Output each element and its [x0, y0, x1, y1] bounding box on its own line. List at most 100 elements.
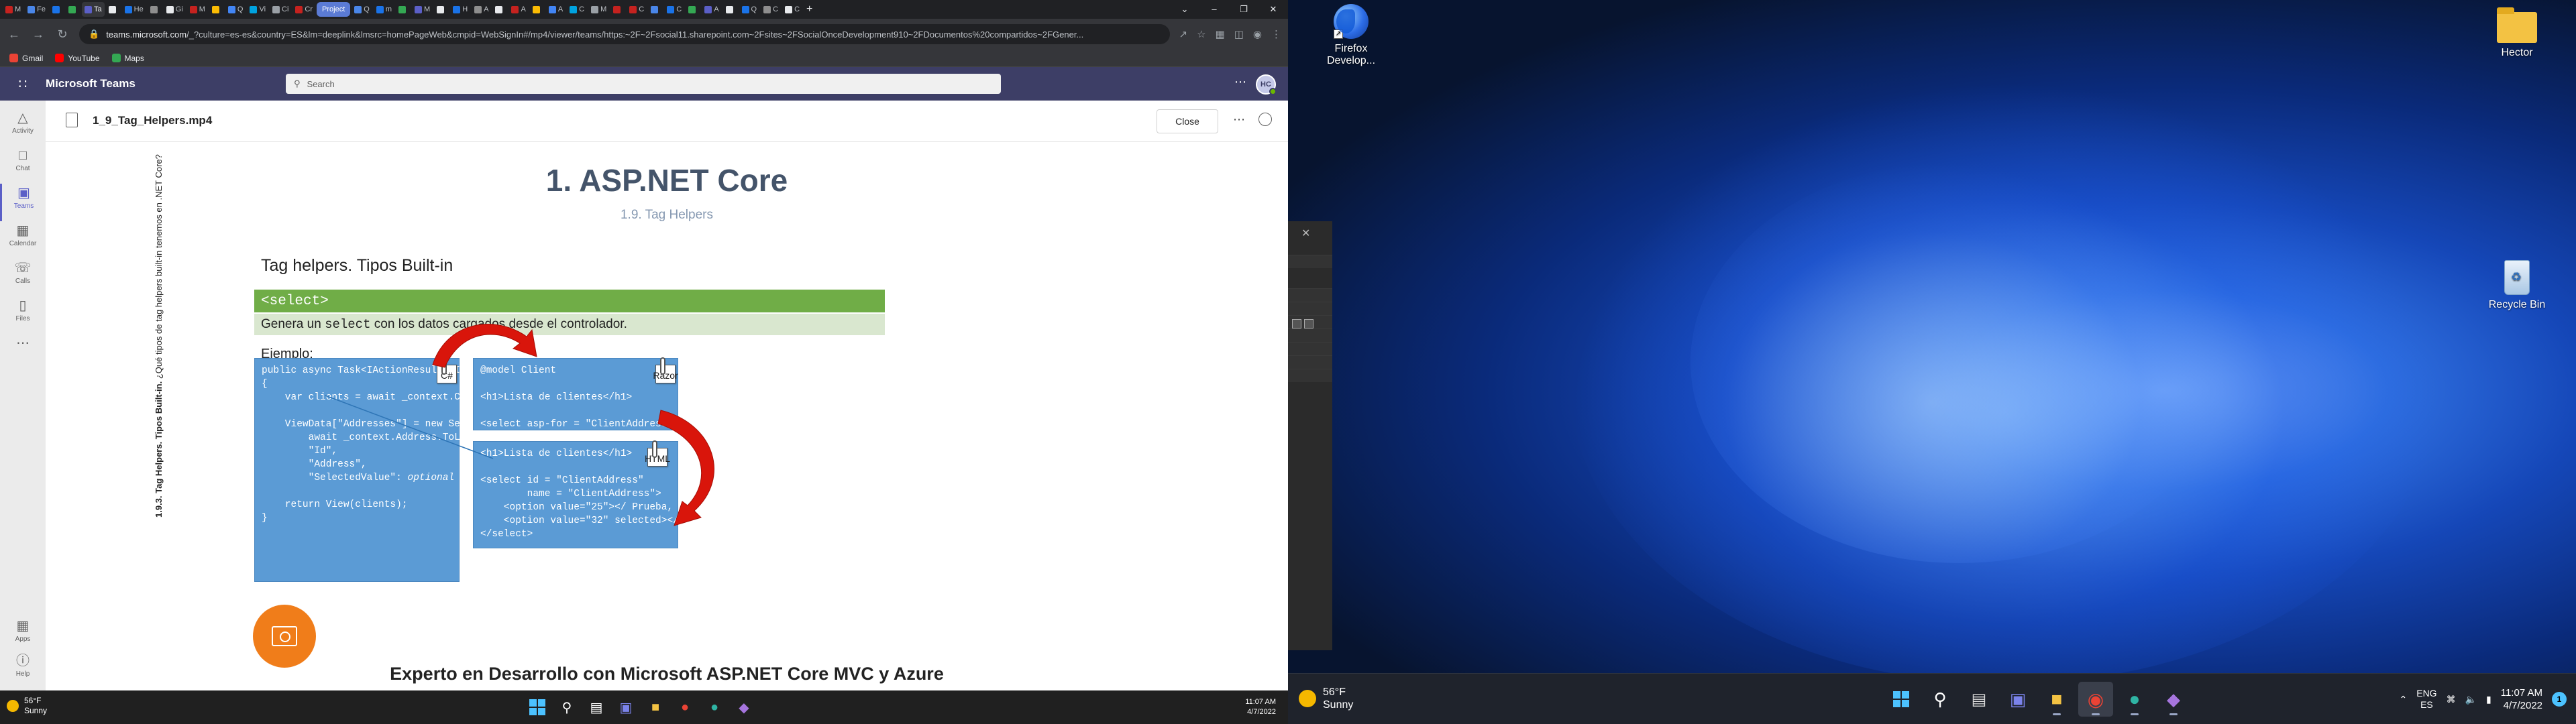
browser-tab[interactable]: [648, 2, 663, 17]
browser-tab[interactable]: A: [546, 2, 566, 17]
browser-tab[interactable]: [50, 2, 64, 17]
bookmark-maps[interactable]: Maps: [111, 54, 144, 63]
browser-tab[interactable]: [66, 2, 80, 17]
layout-toggle-icon[interactable]: [1292, 319, 1301, 328]
close-icon[interactable]: ✕: [1301, 227, 1310, 240]
layout-toggle-icon[interactable]: [1304, 319, 1313, 328]
browser-tab[interactable]: M: [412, 2, 433, 17]
browser-tab[interactable]: [610, 2, 625, 17]
browser-tab[interactable]: C: [664, 2, 684, 17]
browser-tab[interactable]: M: [187, 2, 208, 17]
browser-tab[interactable]: Q: [739, 2, 760, 17]
browser-tab[interactable]: Q: [225, 2, 246, 17]
search-input[interactable]: ⚲ Search: [286, 74, 1001, 94]
browser-tab[interactable]: M: [588, 2, 609, 17]
rail-item-help[interactable]: ⓘ Help: [0, 652, 46, 689]
task-view-icon[interactable]: ▤: [586, 696, 606, 719]
browser-tab[interactable]: Ci: [270, 2, 291, 17]
browser-tab[interactable]: [434, 2, 449, 17]
profile-icon[interactable]: ◉: [1253, 28, 1262, 40]
url-field[interactable]: 🔒 teams.microsoft.com/_?culture=es-es&co…: [79, 24, 1170, 44]
clock[interactable]: 11:07 AM 4/7/2022: [2501, 686, 2542, 712]
new-tab-button[interactable]: +: [804, 2, 817, 17]
back-icon[interactable]: ←: [7, 27, 21, 42]
minimize-icon[interactable]: –: [1199, 0, 1229, 19]
rail-item-activity[interactable]: △ Activity: [0, 109, 46, 146]
browser-tab[interactable]: [209, 2, 224, 17]
teams-chat-icon[interactable]: ▣: [616, 696, 636, 719]
browser-tab[interactable]: C: [627, 2, 647, 17]
start-icon[interactable]: [527, 696, 547, 719]
browser-tab[interactable]: [396, 2, 411, 17]
browser-tab[interactable]: Cr: [292, 2, 315, 17]
notification-badge[interactable]: 1: [2552, 692, 2567, 707]
browser-tab[interactable]: Project: [317, 2, 351, 17]
browser-tab[interactable]: Fe: [25, 2, 48, 17]
bookmark-star-icon[interactable]: ☆: [1197, 28, 1205, 40]
settings-more-icon[interactable]: ⋯: [1234, 75, 1246, 89]
browser-tab[interactable]: Gi: [164, 2, 186, 17]
rail-item-chat[interactable]: □ Chat: [0, 146, 46, 184]
browser-tab[interactable]: C: [567, 2, 587, 17]
browser-tab[interactable]: A: [702, 2, 721, 17]
avatar[interactable]: HC: [1256, 74, 1277, 95]
user-folder-icon[interactable]: Hector: [2485, 5, 2549, 59]
video-frame[interactable]: 1. ASP.NET Core 1.9. Tag Helpers 1.9.3. …: [46, 142, 1288, 690]
visual-studio-icon[interactable]: ◆: [2156, 682, 2191, 717]
browser-tab[interactable]: A: [508, 2, 528, 17]
extension-icon[interactable]: ▦: [1216, 28, 1225, 40]
chrome-icon[interactable]: ●: [675, 696, 695, 719]
browser-tab[interactable]: Q: [352, 2, 372, 17]
file-explorer-icon[interactable]: ■: [2039, 682, 2074, 717]
rail-item-teams[interactable]: ▣ Teams: [0, 184, 46, 221]
battery-icon[interactable]: ▮: [2486, 694, 2491, 705]
restore-icon[interactable]: ❐: [1229, 0, 1258, 19]
browser-tab[interactable]: [723, 2, 738, 17]
task-view-icon[interactable]: ▤: [1962, 682, 1996, 717]
close-button[interactable]: Close: [1157, 109, 1218, 133]
viewer-more-icon[interactable]: ⋯: [1233, 113, 1245, 127]
start-icon[interactable]: [1884, 682, 1919, 717]
volume-icon[interactable]: 🔈: [2465, 694, 2477, 705]
share-icon[interactable]: ↗: [1179, 28, 1188, 40]
wifi-icon[interactable]: ⌘: [2447, 694, 2456, 705]
browser-tab[interactable]: [686, 2, 700, 17]
weather-widget[interactable]: 56°F Sunny: [1299, 686, 1353, 711]
browser-tab[interactable]: [492, 2, 507, 17]
browser-tab[interactable]: Vi: [247, 2, 268, 17]
browser-tab[interactable]: H: [450, 2, 470, 17]
search-icon[interactable]: ⚲: [557, 696, 577, 719]
teams-chat-icon[interactable]: ▣: [2000, 682, 2035, 717]
browser-tab[interactable]: M: [3, 2, 23, 17]
rail-item-calendar[interactable]: ▦ Calendar: [0, 221, 46, 259]
present-slide-button[interactable]: [253, 605, 316, 668]
browser-tab[interactable]: A: [472, 2, 491, 17]
show-hidden-icons[interactable]: ⌃: [2400, 694, 2408, 705]
rail-item-apps[interactable]: ▦ Apps: [0, 617, 46, 654]
browser-tab[interactable]: [106, 2, 121, 17]
recycle-bin-icon[interactable]: Recycle Bin: [2485, 260, 2549, 311]
chrome-icon[interactable]: ◉: [2078, 682, 2113, 717]
edge-icon[interactable]: ●: [704, 696, 724, 719]
browser-tab[interactable]: Ta: [82, 2, 105, 17]
search-icon[interactable]: ⚲: [1923, 682, 1957, 717]
browser-tab[interactable]: C: [782, 2, 802, 17]
firefox-developer-icon[interactable]: ↗ Firefox Develop...: [1319, 4, 1383, 67]
visual-studio-icon[interactable]: ◆: [734, 696, 754, 719]
bookmark-gmail[interactable]: Gmail: [9, 54, 43, 63]
browser-menu-icon[interactable]: ⋮: [1271, 28, 1281, 40]
file-explorer-icon[interactable]: ■: [645, 696, 665, 719]
rail-item-calls[interactable]: ☏ Calls: [0, 259, 46, 296]
browser-tab[interactable]: m: [374, 2, 394, 17]
browser-tab[interactable]: C: [761, 2, 781, 17]
browser-tab[interactable]: [530, 2, 545, 17]
rail-item-more[interactable]: ⋯: [0, 334, 46, 371]
app-launcher-icon[interactable]: ∷: [0, 76, 46, 93]
reload-icon[interactable]: ↻: [55, 27, 70, 42]
clock[interactable]: 11:07 AM 4/7/2022: [1245, 697, 1276, 717]
forward-icon[interactable]: →: [31, 27, 46, 42]
browser-tab[interactable]: [148, 2, 162, 17]
browser-tab[interactable]: He: [122, 2, 146, 17]
rail-item-files[interactable]: ▯ Files: [0, 296, 46, 334]
lock-icon[interactable]: 🔒: [89, 29, 99, 40]
